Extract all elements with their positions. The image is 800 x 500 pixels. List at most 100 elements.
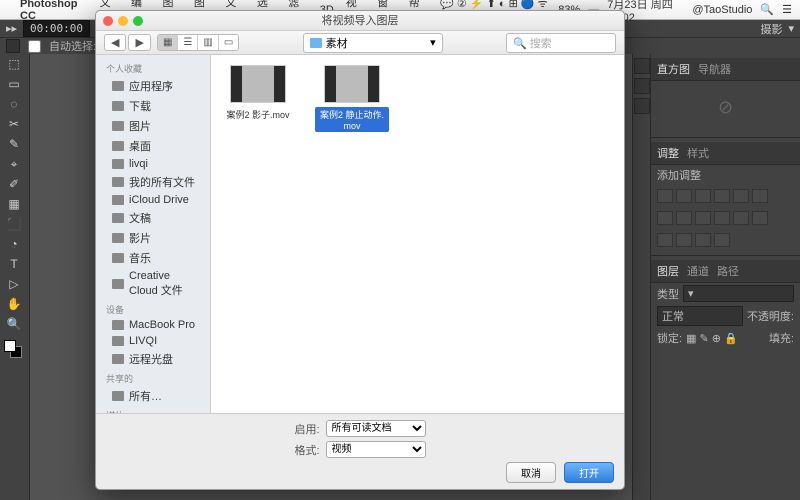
path-selector[interactable]: 素材▾ bbox=[303, 33, 443, 53]
fill-label: 填充: bbox=[769, 330, 794, 346]
adj-icon[interactable] bbox=[714, 189, 730, 203]
tab-styles[interactable]: 样式 bbox=[687, 145, 709, 161]
user[interactable]: @TaoStudio bbox=[692, 4, 752, 16]
adj-icon[interactable] bbox=[676, 211, 692, 225]
move-tool-icon[interactable] bbox=[6, 39, 20, 53]
workspace-switcher[interactable]: 摄影 bbox=[760, 21, 782, 37]
view-mode-group: ▦☰▥▭ bbox=[157, 34, 239, 51]
sb-all[interactable]: 所有… bbox=[96, 386, 210, 406]
tool-eyedropper[interactable]: ✎ bbox=[0, 134, 28, 154]
tool-gradient[interactable]: ⬛ bbox=[0, 214, 28, 234]
sb-group-devices: 设备 bbox=[96, 300, 210, 317]
home-icon[interactable]: ▸▸ bbox=[6, 22, 17, 35]
file-item[interactable]: 案例2 影子.mov bbox=[221, 65, 295, 132]
view-cols[interactable]: ▥ bbox=[198, 35, 218, 50]
tool-type[interactable]: T bbox=[0, 254, 28, 274]
doc-icon bbox=[112, 213, 124, 223]
panel-icon[interactable] bbox=[634, 98, 650, 114]
tab-histogram[interactable]: 直方图 bbox=[657, 61, 690, 77]
auto-select-checkbox[interactable] bbox=[28, 40, 41, 53]
lock-icons[interactable]: ▦ ✎ ⊕ 🔒 bbox=[686, 332, 738, 345]
adj-icon[interactable] bbox=[695, 189, 711, 203]
adj-icon[interactable] bbox=[714, 211, 730, 225]
panel-icon[interactable] bbox=[634, 78, 650, 94]
panel-icon[interactable] bbox=[634, 58, 650, 74]
layer-filter[interactable]: ▾ bbox=[683, 285, 794, 302]
close-button[interactable] bbox=[103, 16, 113, 26]
cancel-button[interactable]: 取消 bbox=[506, 462, 556, 483]
back-button[interactable]: ◀ bbox=[104, 34, 126, 51]
sb-movies[interactable]: 影片 bbox=[96, 228, 210, 248]
adj-icon[interactable] bbox=[657, 233, 673, 247]
adj-icon[interactable] bbox=[676, 233, 692, 247]
movie-icon bbox=[112, 233, 124, 243]
sb-remote[interactable]: 远程光盘 bbox=[96, 349, 210, 369]
tab-paths[interactable]: 路径 bbox=[717, 263, 739, 279]
sb-home[interactable]: livqi bbox=[96, 156, 210, 172]
adj-icon[interactable] bbox=[657, 211, 673, 225]
download-icon bbox=[112, 101, 124, 111]
color-swatch[interactable] bbox=[4, 340, 22, 358]
adj-icon[interactable] bbox=[752, 211, 768, 225]
tool-dodge[interactable]: ◔ bbox=[0, 234, 28, 254]
tab-channels[interactable]: 通道 bbox=[687, 263, 709, 279]
tool-hand[interactable]: ✋ bbox=[0, 294, 28, 314]
adj-icon[interactable] bbox=[733, 211, 749, 225]
blend-mode[interactable]: 正常 bbox=[657, 306, 743, 326]
view-list[interactable]: ☰ bbox=[178, 35, 198, 50]
sb-music[interactable]: 音乐 bbox=[96, 248, 210, 268]
spotlight-icon[interactable]: 🔍 bbox=[760, 3, 774, 16]
sb-group-favorites: 个人收藏 bbox=[96, 59, 210, 76]
tool-crop[interactable]: ✂ bbox=[0, 114, 28, 134]
tool-heal[interactable]: ⌖ bbox=[0, 154, 28, 174]
app-name[interactable]: Photoshop CC bbox=[20, 0, 88, 22]
sb-documents[interactable]: 文稿 bbox=[96, 208, 210, 228]
tool-path[interactable]: ▷ bbox=[0, 274, 28, 294]
adj-icon[interactable] bbox=[695, 233, 711, 247]
notif-icon[interactable]: ☰ bbox=[782, 3, 792, 16]
tool-stamp[interactable]: ▦ bbox=[0, 194, 28, 214]
format-select[interactable]: 视频 bbox=[326, 441, 426, 458]
enable-select[interactable]: 所有可读文档 bbox=[326, 420, 426, 437]
sb-desktop[interactable]: 桌面 bbox=[96, 136, 210, 156]
sb-applications[interactable]: 应用程序 bbox=[96, 76, 210, 96]
adj-icon[interactable] bbox=[752, 189, 768, 203]
sb-disk[interactable]: LIVQI bbox=[96, 333, 210, 349]
tool-brush[interactable]: ✐ bbox=[0, 174, 28, 194]
sb-allfiles[interactable]: 我的所有文件 bbox=[96, 172, 210, 192]
tool-zoom[interactable]: 🔍 bbox=[0, 314, 28, 334]
file-open-dialog: 将视频导入图层 ◀▶ ▦☰▥▭ 素材▾ 🔍 搜索 个人收藏 应用程序 下载 图片… bbox=[95, 10, 625, 490]
app-icon bbox=[112, 81, 124, 91]
open-button[interactable]: 打开 bbox=[564, 462, 614, 483]
dialog-titlebar[interactable]: 将视频导入图层 bbox=[96, 11, 624, 31]
fwd-button[interactable]: ▶ bbox=[128, 34, 150, 51]
tool-move[interactable]: ⬚ bbox=[0, 54, 28, 74]
adj-icon[interactable] bbox=[714, 233, 730, 247]
sb-cc[interactable]: Creative Cloud 文件 bbox=[96, 268, 210, 300]
file-browser[interactable]: 案例2 影子.mov 案例2 静止动作.mov bbox=[211, 55, 624, 413]
tab-navigator[interactable]: 导航器 bbox=[698, 61, 731, 77]
minimize-button[interactable] bbox=[118, 16, 128, 26]
adj-icon[interactable] bbox=[676, 189, 692, 203]
tab-layers[interactable]: 图层 bbox=[657, 263, 679, 279]
tab-adjustments[interactable]: 调整 bbox=[657, 145, 679, 161]
adj-icon[interactable] bbox=[657, 189, 673, 203]
adj-icon[interactable] bbox=[695, 211, 711, 225]
cloud-icon bbox=[112, 195, 124, 205]
sb-macbook[interactable]: MacBook Pro bbox=[96, 317, 210, 333]
zoom-button[interactable] bbox=[133, 16, 143, 26]
tool-marquee[interactable]: ▭ bbox=[0, 74, 28, 94]
toolbox: ⬚ ▭ ◌ ✂ ✎ ⌖ ✐ ▦ ⬛ ◔ T ▷ ✋ 🔍 bbox=[0, 54, 30, 500]
sb-group-media: 媒体 bbox=[96, 406, 210, 413]
sb-icloud[interactable]: iCloud Drive bbox=[96, 192, 210, 208]
view-icons[interactable]: ▦ bbox=[158, 35, 178, 50]
file-item[interactable]: 案例2 静止动作.mov bbox=[315, 65, 389, 132]
view-cover[interactable]: ▭ bbox=[219, 35, 238, 50]
tool-lasso[interactable]: ◌ bbox=[0, 94, 28, 114]
workspace-chevron-icon[interactable]: ▾ bbox=[788, 22, 794, 35]
search-input[interactable]: 🔍 搜索 bbox=[506, 33, 616, 53]
adj-icon[interactable] bbox=[733, 189, 749, 203]
sb-downloads[interactable]: 下载 bbox=[96, 96, 210, 116]
allfiles-icon bbox=[112, 177, 124, 187]
sb-pictures[interactable]: 图片 bbox=[96, 116, 210, 136]
